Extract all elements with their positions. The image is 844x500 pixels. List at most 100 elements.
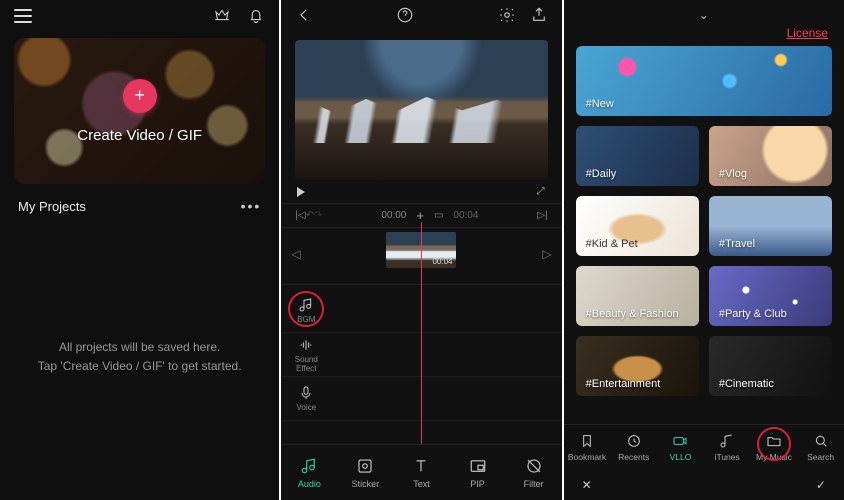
category-beauty-fashion[interactable]: #Beauty & Fashion [576,266,699,326]
category-cinematic[interactable]: #Cinematic [709,336,832,396]
tab-my-music[interactable]: My Music [751,425,798,470]
more-icon[interactable]: ••• [241,198,262,214]
category-entertainment[interactable]: #Entertainment [576,336,699,396]
tab-sticker[interactable]: Sticker [337,445,393,500]
category-vlog-label: #Vlog [719,168,747,180]
mic-icon [298,385,314,401]
pip-icon [469,457,487,475]
my-projects-title: My Projects [18,199,86,214]
create-video-label: Create Video / GIF [77,127,202,144]
sticker-icon [356,457,374,475]
tab-audio-label: Audio [298,479,321,489]
play-icon[interactable] [297,187,305,197]
play-controls: ⤢ [281,180,561,203]
tab-search-label: Search [807,452,834,462]
category-new[interactable]: #New [576,46,832,116]
category-vlog[interactable]: #Vlog [709,126,832,186]
sound-wave-icon [298,337,314,353]
menu-button[interactable] [14,9,32,23]
category-entertainment-label: #Entertainment [586,378,661,390]
bookmark-icon [579,433,595,449]
help-icon[interactable] [396,13,414,27]
music-library-screen: ⌄ License #New #Daily #Vlog #Kid & Pet #… [564,0,844,500]
tab-itunes[interactable]: iTunes [704,425,751,470]
tab-filter-label: Filter [524,479,544,489]
text-icon [412,457,430,475]
category-kid-pet-label: #Kid & Pet [586,238,638,250]
undo-icon[interactable]: ↶ [306,210,314,221]
tab-text-label: Text [413,479,430,489]
category-beauty-label: #Beauty & Fashion [586,308,679,320]
tab-sticker-label: Sticker [352,479,380,489]
redo-icon[interactable]: ↷ [314,210,322,221]
bell-icon[interactable] [247,6,265,27]
audio-icon [300,457,318,475]
timecode-current: 00:00 [381,210,406,221]
bgm-highlight-ring [288,291,324,327]
tab-bookmark-label: Bookmark [568,452,606,462]
tab-vllo-label: VLLO [670,452,692,462]
music-source-tabs: Bookmark Recents VLLO iTunes My Music Se… [564,424,844,470]
tab-audio[interactable]: Audio [281,445,337,500]
export-icon[interactable] [530,6,548,27]
track-voice-label: Voice [297,403,317,412]
music-bottom-bar: ✕ ✓ [564,470,844,500]
home-screen: + Create Video / GIF My Projects ••• All… [0,0,279,500]
vllo-icon [672,433,688,449]
editor-screen: ⤢ |◁ ↶ ↷ 00:00 + ▭ 00:04 ▷| ◁ 00:04 ▷ BG… [281,0,561,500]
category-travel[interactable]: #Travel [709,196,832,256]
strip-left-icon[interactable]: ◁ [291,247,300,261]
tab-pip[interactable]: PIP [450,445,506,500]
tab-text[interactable]: Text [393,445,449,500]
history-icon [626,433,642,449]
track-se-label: Sound Effect [295,355,318,373]
plus-icon: + [123,79,157,113]
create-video-card[interactable]: + Create Video / GIF [14,38,265,184]
prev-frame-icon[interactable]: |◁ [295,210,305,221]
fullscreen-icon[interactable]: ⤢ [537,186,546,197]
tab-pip-label: PIP [470,479,485,489]
strip-right-icon[interactable]: ▷ [542,247,551,261]
category-daily-label: #Daily [586,168,617,180]
video-preview[interactable] [295,40,547,180]
empty-line-2: Tap 'Create Video / GIF' to get started. [18,357,261,376]
category-travel-label: #Travel [719,238,755,250]
empty-state-message: All projects will be saved here. Tap 'Cr… [0,338,279,376]
tab-recents[interactable]: Recents [610,425,657,470]
filter-icon [525,457,543,475]
timecode-total: 00:04 [453,210,478,221]
tab-bookmark[interactable]: Bookmark [564,425,611,470]
tab-vllo[interactable]: VLLO [657,425,704,470]
my-projects-header: My Projects ••• [0,184,279,222]
collapse-icon[interactable]: ⌄ [578,8,830,22]
cancel-icon[interactable]: ✕ [582,478,592,492]
aspect-icon[interactable]: ▭ [434,210,443,221]
editor-topbar [281,0,561,32]
crown-icon[interactable] [213,6,231,27]
add-clip-icon[interactable]: + [416,208,424,223]
tab-itunes-label: iTunes [715,452,740,462]
category-daily[interactable]: #Daily [576,126,699,186]
tab-search[interactable]: Search [797,425,844,470]
category-party-club[interactable]: #Party & Club [709,266,832,326]
clip-duration: 00:04 [432,257,452,266]
tab-filter[interactable]: Filter [506,445,562,500]
editor-bottom-tabs: Audio Sticker Text PIP Filter [281,444,561,500]
my-music-highlight-ring [757,427,791,461]
search-icon [813,433,829,449]
clip-area[interactable]: 00:04 [307,232,537,276]
category-new-label: #New [586,98,614,110]
music-category-grid: #New #Daily #Vlog #Kid & Pet #Travel #Be… [576,46,832,410]
clip-strip: ◁ 00:04 ▷ [281,228,561,285]
itunes-icon [719,433,735,449]
category-kid-pet[interactable]: #Kid & Pet [576,196,699,256]
back-icon[interactable] [295,6,313,27]
license-link[interactable]: License [787,26,828,40]
next-frame-icon[interactable]: ▷| [537,210,547,221]
playhead[interactable] [421,222,422,446]
category-party-label: #Party & Club [719,308,787,320]
confirm-icon[interactable]: ✓ [816,478,826,492]
home-topbar [0,0,279,32]
category-cinematic-label: #Cinematic [719,378,774,390]
settings-icon[interactable] [498,6,516,27]
